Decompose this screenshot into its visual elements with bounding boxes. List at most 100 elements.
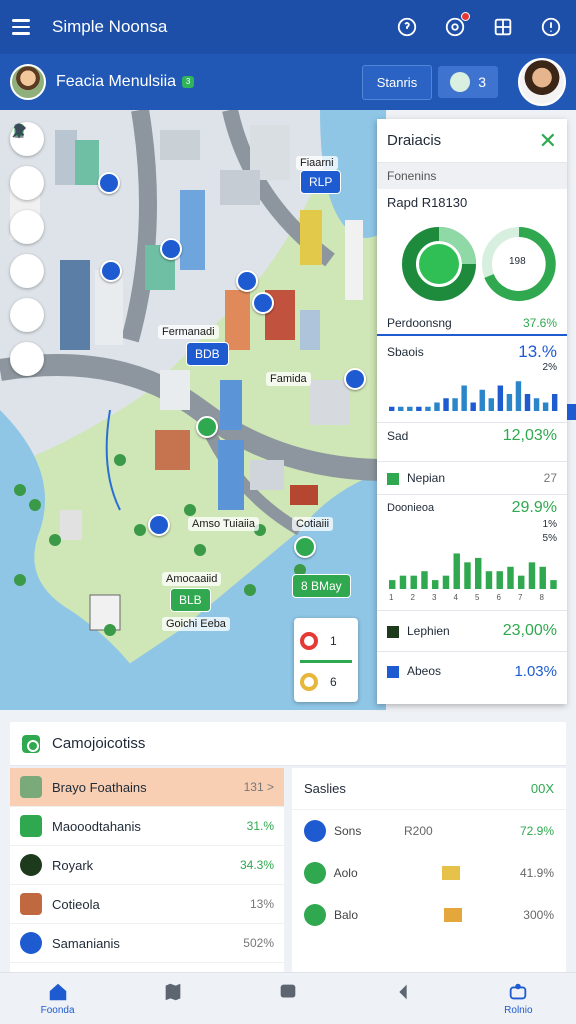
map-chip[interactable]: BLB — [170, 588, 211, 612]
axis-tick-label: 1 — [389, 593, 394, 601]
donut-charts: 198 — [377, 216, 567, 316]
app-bar: Simple Noonsa — [0, 0, 576, 54]
stat-value: 27 — [543, 471, 557, 485]
alert-icon — [300, 632, 318, 650]
item-icon — [20, 893, 42, 915]
axis-tick-label: 2 — [411, 593, 416, 601]
location-icon — [280, 984, 296, 997]
axis-tick-label: 3 — [432, 593, 437, 601]
map-chip[interactable]: 8 BMay — [292, 574, 351, 598]
map-pin[interactable] — [98, 172, 120, 194]
list-item[interactable]: Samanianis 502% — [10, 924, 284, 963]
item-label: Cotieola — [52, 896, 100, 912]
sales-row[interactable]: Aolo 41.9% — [292, 852, 566, 894]
axis-tick-label: 8 — [540, 593, 545, 601]
building-icon[interactable] — [10, 125, 44, 200]
nav-profile[interactable]: Rolnio — [483, 981, 553, 1017]
transit-icon[interactable] — [10, 124, 44, 244]
chart-bar — [497, 385, 504, 411]
category-list: Brayo Foathains 131 > Maooodtahanis 31.%… — [10, 768, 284, 972]
chart-bar — [528, 562, 536, 589]
map-pin[interactable] — [294, 536, 316, 558]
status-button[interactable]: Stanris — [361, 64, 433, 100]
map-pin[interactable] — [100, 260, 122, 282]
stat-small: 2% — [542, 362, 557, 373]
notification-icon[interactable] — [442, 12, 470, 40]
map-pin[interactable] — [196, 416, 218, 438]
chart-bar — [416, 406, 422, 411]
item-icon — [20, 776, 42, 798]
panel-toggle[interactable] — [567, 404, 576, 420]
row-mid: R200 — [404, 824, 433, 838]
back-icon — [399, 984, 407, 999]
row-icon — [304, 904, 326, 926]
stat-small: 1% — [542, 518, 557, 530]
stats-panel: Draiacis ✕ Fonenins Rapd R18130 198 Perd… — [377, 119, 567, 704]
map-label: Amso Tuiaiia — [188, 517, 259, 531]
route-icon[interactable] — [10, 125, 44, 376]
map-pin[interactable] — [160, 238, 182, 260]
item-icon — [20, 854, 42, 876]
location-title: Feacia Menulsiia — [56, 73, 177, 90]
panel-subtitle: Rapd R18130 — [387, 195, 468, 210]
row-label: Balo — [334, 908, 359, 922]
chart-bar — [518, 575, 525, 589]
list-item[interactable]: Brayo Foathains 131 > — [10, 768, 284, 807]
chart-bar — [539, 566, 546, 589]
map-label: Fermanadi — [158, 325, 219, 339]
location-icon[interactable] — [10, 123, 44, 288]
map-chip[interactable]: RLP — [300, 170, 342, 194]
stat-value: 29.9% — [511, 499, 557, 516]
axis-tick-label: 4 — [454, 593, 459, 601]
tool-icon[interactable] — [10, 125, 44, 332]
list-item[interactable]: Maooodtahanis 31.% — [10, 807, 284, 846]
chart-bar — [452, 398, 458, 411]
map-pin[interactable] — [236, 270, 258, 292]
row-swatch — [442, 866, 460, 880]
item-label: Samanianis — [52, 935, 120, 951]
home-icon — [49, 983, 66, 1000]
city-map[interactable]: RLP BDB 8 BMay BLB Fiaarni Fermanadi Fam… — [0, 110, 386, 710]
nav-map[interactable] — [138, 981, 208, 1017]
chart-bar — [488, 398, 495, 411]
row-swatch — [444, 908, 462, 922]
panel-title: Draiacis — [387, 132, 442, 149]
chart-bar — [434, 402, 440, 411]
eco-icon — [450, 72, 471, 92]
nav-back[interactable] — [368, 981, 438, 1017]
map-pin[interactable] — [148, 514, 170, 536]
profile-avatar[interactable] — [518, 58, 566, 106]
close-icon[interactable]: ✕ — [539, 129, 557, 152]
item-label: Maooodtahanis — [52, 818, 141, 834]
map-pin[interactable] — [252, 292, 274, 314]
row-label: Sons — [334, 824, 362, 838]
chart-bar — [432, 580, 439, 589]
chart-bar — [496, 571, 503, 589]
avatar[interactable] — [10, 64, 46, 100]
menu-icon[interactable] — [12, 14, 38, 40]
map-legend: 1 6 — [294, 618, 358, 702]
list-item[interactable]: Cotieola 13% — [10, 885, 284, 924]
map-icon[interactable] — [490, 14, 516, 40]
map-label: Amocaaiid — [162, 572, 222, 586]
chart-bar — [507, 566, 514, 589]
nav-location[interactable] — [253, 981, 323, 1017]
help-icon[interactable] — [394, 14, 420, 40]
sales-row[interactable]: Sons R200 72.9% — [292, 810, 566, 852]
nav-label: Foonda — [40, 1004, 75, 1016]
sales-row[interactable]: Balo 300% — [292, 894, 566, 936]
nav-home[interactable]: Foonda — [23, 981, 93, 1017]
map-label: Famida — [266, 372, 311, 386]
count-button[interactable]: 3 — [438, 66, 498, 98]
settings-icon[interactable] — [538, 14, 564, 40]
location-badge: 3 — [182, 76, 195, 88]
chart-bar — [464, 562, 471, 589]
axis-tick-label: 6 — [497, 593, 502, 601]
map-chip[interactable]: BDB — [186, 342, 229, 366]
list-item[interactable]: Royark 34.3% — [10, 846, 284, 885]
map-pin[interactable] — [344, 368, 366, 390]
stat-label: Nepian — [407, 471, 446, 485]
map-icon — [165, 983, 181, 1000]
row-icon — [304, 862, 326, 884]
warning-icon — [300, 673, 318, 691]
